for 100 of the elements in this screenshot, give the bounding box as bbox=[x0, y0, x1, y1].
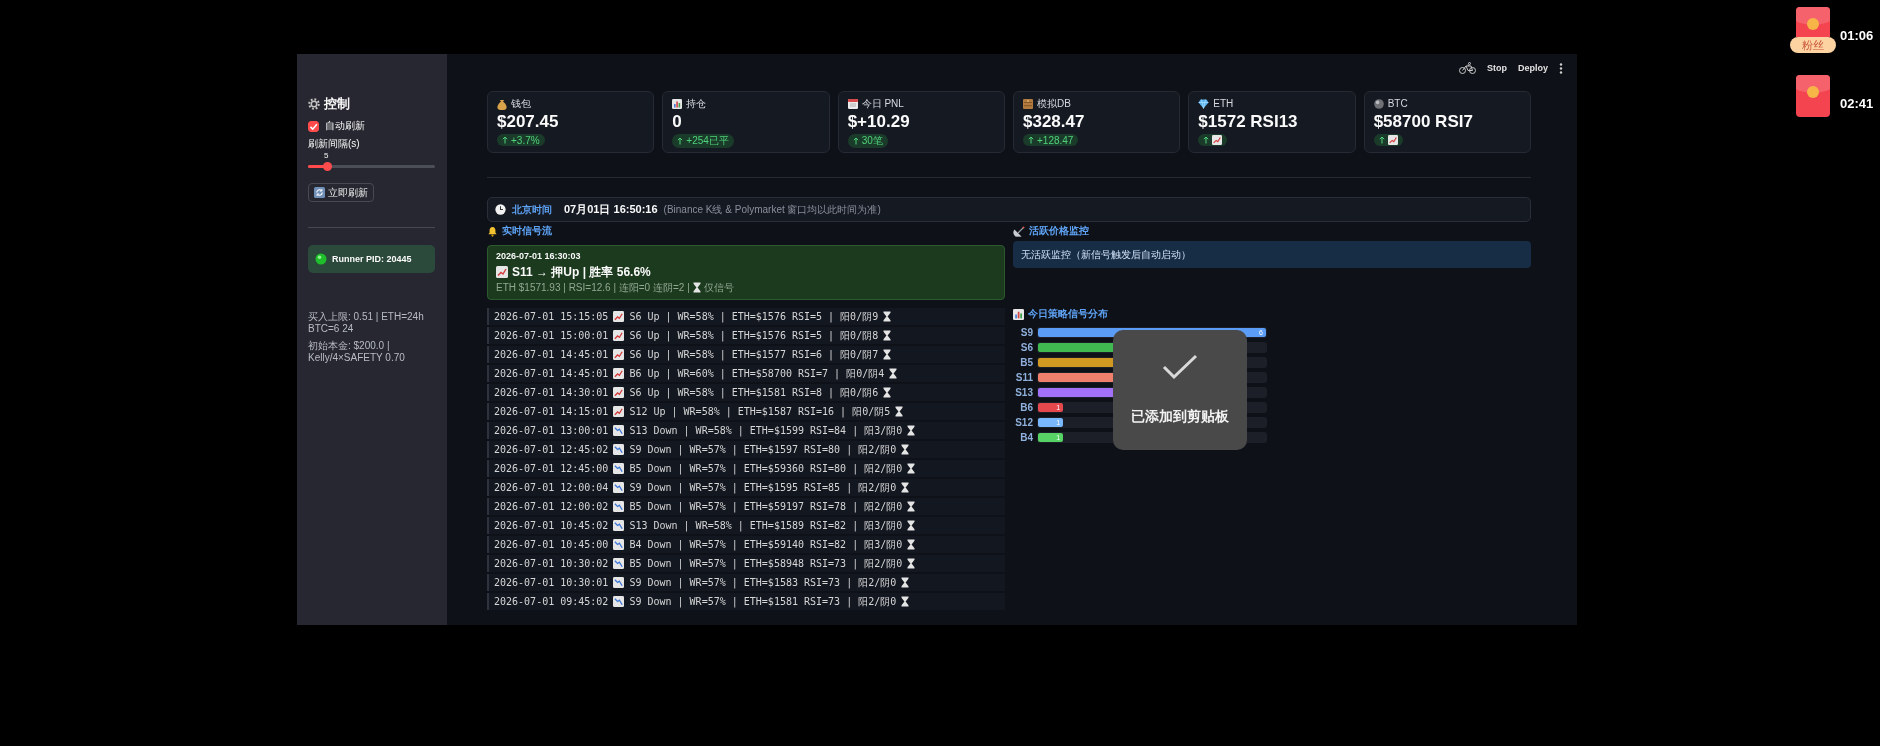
hourglass-icon bbox=[901, 482, 910, 493]
log-time: 2026-07-01 14:30:01 bbox=[494, 387, 609, 398]
auto-refresh-checkbox[interactable] bbox=[308, 120, 319, 132]
gem-icon bbox=[1198, 99, 1210, 109]
log-message: B4 Down | WR=57% | ETH=$59140 RSI=82 | 阳3/阴0 bbox=[629, 537, 903, 552]
toolbar-button[interactable]: Deploy bbox=[1518, 63, 1548, 73]
log-time: 2026-07-01 12:45:02 bbox=[494, 444, 609, 455]
section-title: 实时信号流 bbox=[502, 224, 552, 238]
metric-label: 模拟DB bbox=[1037, 98, 1071, 110]
fan-tag: 粉丝 bbox=[1790, 37, 1836, 53]
sidebar-title: 控制 bbox=[324, 96, 350, 112]
current-time: 07月01日 16:50:16 bbox=[564, 202, 658, 217]
log-message: S9 Down | WR=57% | ETH=$1583 RSI=73 | 阳2/阴0 bbox=[629, 575, 897, 590]
hourglass-icon bbox=[883, 349, 892, 360]
calendar-icon bbox=[847, 99, 858, 109]
hourglass-icon bbox=[907, 501, 916, 512]
metric-label: 今日 PNL bbox=[861, 98, 904, 110]
log-time: 2026-07-01 15:15:05 bbox=[494, 311, 609, 322]
strategy-label: S6 bbox=[1019, 342, 1033, 353]
log-time: 2026-07-01 10:30:02 bbox=[494, 558, 609, 569]
log-message: S9 Down | WR=57% | ETH=$1581 RSI=73 | 阳2/阴0 bbox=[629, 594, 897, 609]
log-time: 2026-07-01 10:45:02 bbox=[494, 520, 609, 531]
countdown-time: 02:41 bbox=[1840, 96, 1874, 112]
log-message: B5 Down | WR=57% | ETH=$59360 RSI=80 | 阳2/阴0 bbox=[629, 461, 903, 476]
log-message: S9 Down | WR=57% | ETH=$1595 RSI=85 | 阳2/阴0 bbox=[629, 480, 897, 495]
strategy-label: S13 bbox=[1014, 387, 1033, 398]
signal-headline: S11 → 押Up | 胜率 56.6% bbox=[512, 264, 651, 280]
refresh-button[interactable]: 立即刷新 bbox=[308, 183, 374, 202]
clock-icon bbox=[495, 204, 506, 215]
hourglass-icon bbox=[907, 520, 916, 531]
time-label: 北京时间 bbox=[512, 202, 552, 217]
runner-label: Runner PID: 20445 bbox=[332, 254, 412, 264]
delta-text: +128.47 bbox=[1037, 134, 1074, 146]
metric-label: BTC bbox=[1387, 98, 1408, 110]
strategy-label: B5 bbox=[1019, 357, 1033, 368]
log-time: 2026-07-01 12:45:00 bbox=[494, 463, 609, 474]
hourglass-icon bbox=[901, 596, 910, 607]
satellite-dish-icon bbox=[1013, 225, 1025, 237]
toolbar-button[interactable]: Stop bbox=[1487, 63, 1507, 73]
money-bag-icon bbox=[497, 98, 507, 110]
strategy-label: S9 bbox=[1019, 327, 1033, 338]
signal-time: 2026-07-01 16:30:03 bbox=[496, 251, 582, 262]
hourglass-icon bbox=[883, 387, 892, 398]
hourglass-icon bbox=[895, 406, 904, 417]
section-title: 今日策略信号分布 bbox=[1028, 307, 1108, 321]
check-icon bbox=[1162, 354, 1198, 380]
log-message: B6 Up | WR=60% | ETH=$58700 RSI=7 | 阳0/阴4 bbox=[629, 366, 885, 381]
bar-chart-icon bbox=[672, 99, 683, 109]
log-time: 2026-07-01 13:00:01 bbox=[494, 425, 609, 436]
log-message: S9 Down | WR=57% | ETH=$1597 RSI=80 | 阳2/阴0 bbox=[629, 442, 897, 457]
cabinet-icon bbox=[1023, 99, 1033, 109]
section-title: 活跃价格监控 bbox=[1029, 224, 1089, 238]
log-message: S6 Up | WR=58% | ETH=$1577 RSI=6 | 阳0/阴7 bbox=[629, 347, 879, 362]
strategy-label: B6 bbox=[1019, 402, 1033, 413]
log-time: 2026-07-01 10:45:00 bbox=[494, 539, 609, 550]
metric-value: 0 bbox=[672, 112, 682, 132]
hourglass-icon bbox=[889, 368, 898, 379]
ball-icon bbox=[1373, 99, 1384, 109]
metric-value: $+10.29 bbox=[847, 112, 910, 132]
info-message: 无活跃监控（新信号触发后自动启动） bbox=[1021, 247, 1191, 262]
countdown-time: 01:06 bbox=[1840, 28, 1874, 44]
slider-thumb[interactable] bbox=[322, 162, 332, 171]
log-message: S13 Down | WR=58% | ETH=$1599 RSI=84 | 阳3/阴0 bbox=[629, 423, 903, 438]
bell-icon bbox=[487, 225, 498, 237]
sidebar-note: 初始本金: $200.0 | Kelly/4×SAFETY 0.70 bbox=[308, 340, 406, 364]
delta-text: +254已平 bbox=[686, 134, 729, 148]
log-message: B5 Down | WR=57% | ETH=$58948 RSI=73 | 阳2/阴0 bbox=[629, 556, 903, 571]
log-message: S13 Down | WR=58% | ETH=$1589 RSI=82 | 阳3/阴0 bbox=[629, 518, 903, 533]
log-message: S6 Up | WR=58% | ETH=$1581 RSI=8 | 阳0/阴6 bbox=[629, 385, 879, 400]
log-time: 2026-07-01 12:00:02 bbox=[494, 501, 609, 512]
signal-status: 仅信号 bbox=[703, 281, 734, 294]
metric-value: $207.45 bbox=[497, 112, 559, 132]
signal-detail: ETH $1571.93 | RSI=12.6 | 连阳=0 连阴=2 | bbox=[496, 281, 690, 294]
gear-icon bbox=[308, 98, 320, 110]
metric-value: $1572 RSI13 bbox=[1198, 112, 1298, 132]
log-time: 2026-07-01 09:45:02 bbox=[494, 596, 609, 607]
log-time: 2026-07-01 15:00:01 bbox=[494, 330, 609, 341]
hourglass-icon bbox=[901, 577, 910, 588]
log-time: 2026-07-01 14:45:01 bbox=[494, 368, 609, 379]
more-menu-icon[interactable] bbox=[1559, 62, 1563, 74]
hourglass-icon bbox=[883, 330, 892, 341]
log-time: 2026-07-01 14:45:01 bbox=[494, 349, 609, 360]
metric-label: ETH bbox=[1213, 98, 1234, 110]
strategy-label: S11 bbox=[1014, 372, 1033, 383]
slider-label: 刷新间隔(s) bbox=[308, 138, 361, 150]
toast-message: 已添加到剪贴板 bbox=[1131, 408, 1229, 426]
metric-value: $58700 RSI7 bbox=[1373, 112, 1473, 132]
refresh-icon bbox=[314, 187, 325, 198]
log-time: 2026-07-01 12:00:04 bbox=[494, 482, 609, 493]
strategy-label: B4 bbox=[1019, 432, 1033, 443]
hourglass-icon bbox=[907, 539, 916, 550]
delta-text: 30笔 bbox=[861, 134, 883, 148]
log-time: 2026-07-01 10:30:01 bbox=[494, 577, 609, 588]
hourglass-icon bbox=[907, 463, 916, 474]
delta-text: +3.7% bbox=[511, 134, 540, 146]
slider-track[interactable] bbox=[308, 165, 435, 168]
metric-label: 持仓 bbox=[686, 98, 707, 110]
bicycle-icon bbox=[1459, 62, 1476, 74]
hourglass-icon bbox=[883, 311, 892, 322]
hourglass-icon bbox=[907, 425, 916, 436]
